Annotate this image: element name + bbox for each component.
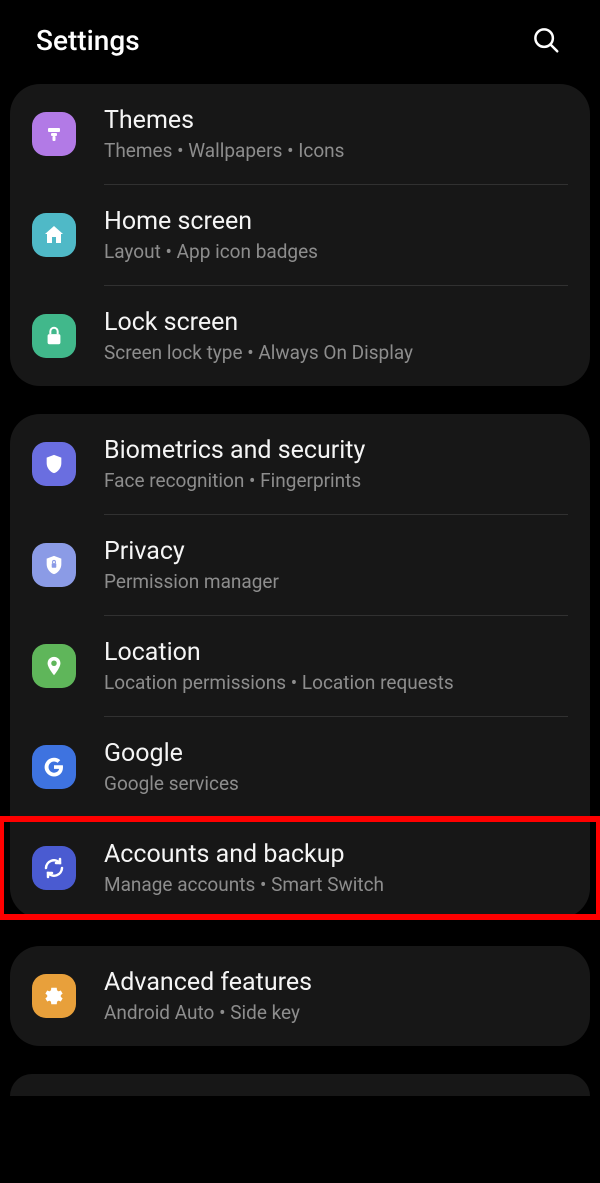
item-subtitle: Screen lock type • Always On Display (104, 341, 413, 364)
item-subtitle: Permission manager (104, 570, 279, 593)
item-text: Lock screen Screen lock type • Always On … (104, 308, 413, 364)
settings-item-google[interactable]: Google Google services (10, 717, 590, 817)
search-icon (531, 25, 561, 55)
settings-group: Biometrics and security Face recognition … (10, 414, 590, 918)
item-title: Google (104, 739, 239, 768)
settings-item-biometrics-security[interactable]: Biometrics and security Face recognition … (10, 414, 590, 514)
item-title: Location (104, 638, 454, 667)
item-title: Biometrics and security (104, 436, 365, 465)
item-text: Location Location permissions • Location … (104, 638, 454, 694)
gear-icon (32, 974, 76, 1018)
settings-item-home-screen[interactable]: Home screen Layout • App icon badges (10, 185, 590, 285)
lock-icon (32, 314, 76, 358)
google-icon (32, 745, 76, 789)
settings-item-lock-screen[interactable]: Lock screen Screen lock type • Always On … (10, 286, 590, 386)
item-text: Privacy Permission manager (104, 537, 279, 593)
home-icon (32, 213, 76, 257)
item-title: Home screen (104, 207, 318, 236)
search-button[interactable] (528, 22, 564, 58)
item-subtitle: Google services (104, 772, 239, 795)
item-text: Accounts and backup Manage accounts • Sma… (104, 840, 384, 896)
item-subtitle: Themes • Wallpapers • Icons (104, 139, 344, 162)
settings-item-advanced-features[interactable]: Advanced features Android Auto • Side key (10, 946, 590, 1046)
item-text: Themes Themes • Wallpapers • Icons (104, 106, 344, 162)
item-text: Advanced features Android Auto • Side key (104, 968, 312, 1024)
settings-item-privacy[interactable]: Privacy Permission manager (10, 515, 590, 615)
item-text: Google Google services (104, 739, 239, 795)
settings-item-themes[interactable]: Themes Themes • Wallpapers • Icons (10, 84, 590, 184)
item-subtitle: Manage accounts • Smart Switch (104, 873, 384, 896)
item-subtitle: Android Auto • Side key (104, 1001, 312, 1024)
item-text: Biometrics and security Face recognition … (104, 436, 365, 492)
item-title: Privacy (104, 537, 279, 566)
item-title: Lock screen (104, 308, 413, 337)
settings-item-location[interactable]: Location Location permissions • Location … (10, 616, 590, 716)
settings-group: Themes Themes • Wallpapers • Icons Home sc… (10, 84, 590, 386)
item-subtitle: Layout • App icon badges (104, 240, 318, 263)
item-text: Home screen Layout • App icon badges (104, 207, 318, 263)
item-subtitle: Location permissions • Location requests (104, 671, 454, 694)
item-title: Accounts and backup (104, 840, 384, 869)
sync-icon (32, 846, 76, 890)
page-title: Settings (36, 24, 140, 57)
shield-lock-icon (32, 543, 76, 587)
header: Settings (0, 0, 600, 84)
item-subtitle: Face recognition • Fingerprints (104, 469, 365, 492)
shield-icon (32, 442, 76, 486)
settings-group-partial (10, 1074, 590, 1096)
item-title: Advanced features (104, 968, 312, 997)
settings-group: Advanced features Android Auto • Side key (10, 946, 590, 1046)
pin-icon (32, 644, 76, 688)
item-title: Themes (104, 106, 344, 135)
brush-icon (32, 112, 76, 156)
settings-item-accounts-backup[interactable]: Accounts and backup Manage accounts • Sma… (0, 818, 600, 918)
